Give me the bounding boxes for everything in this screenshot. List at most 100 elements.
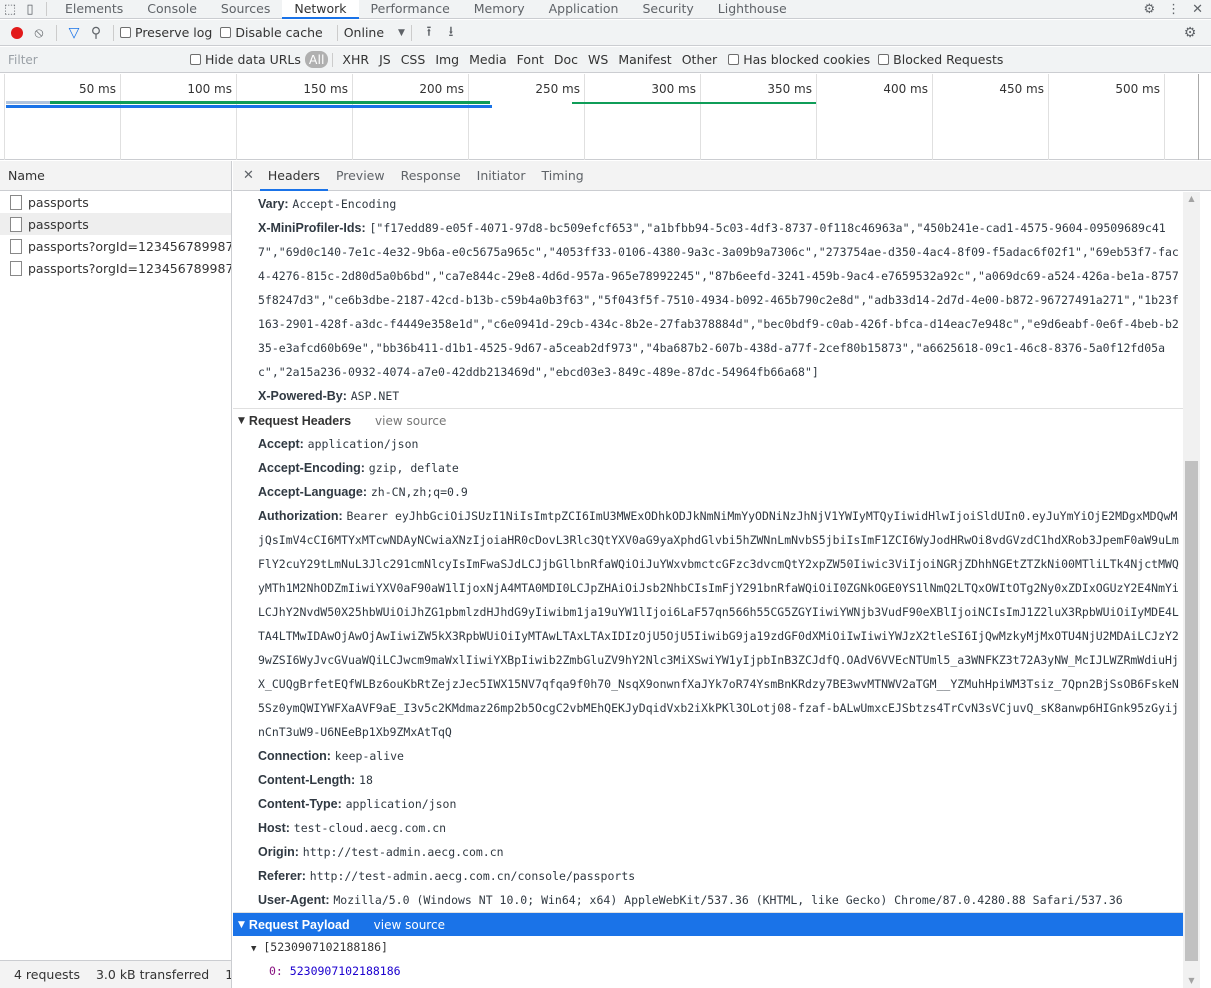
header-value: application/json — [345, 797, 457, 811]
tab-initiator[interactable]: Initiator — [469, 161, 534, 191]
toolbar-separator — [113, 24, 114, 41]
tab-preview[interactable]: Preview — [328, 161, 393, 191]
filter-type-xhr[interactable]: XHR — [337, 51, 374, 68]
preserve-log-checkbox[interactable]: Preserve log — [120, 25, 212, 40]
header-value: zh-CN,zh;q=0.9 — [370, 485, 468, 499]
tab-network[interactable]: Network — [282, 0, 359, 19]
has-blocked-cookies-checkbox[interactable]: Has blocked cookies — [728, 52, 870, 67]
tick-line — [352, 74, 353, 160]
close-detail-icon[interactable]: ✕ — [241, 168, 260, 183]
name-column-header[interactable]: Name — [0, 161, 231, 191]
clear-button[interactable]: ⦸ — [28, 22, 50, 44]
tab-headers[interactable]: Headers — [259, 161, 328, 191]
filter-type-ws[interactable]: WS — [583, 51, 613, 68]
tab-elements[interactable]: Elements — [53, 0, 135, 19]
device-toolbar-icon[interactable]: ▯ — [20, 0, 40, 19]
request-row[interactable]: passports — [0, 191, 231, 213]
scrollbar-thumb[interactable] — [1185, 461, 1198, 961]
tab-security[interactable]: Security — [630, 0, 705, 19]
scroll-up-arrow-icon[interactable]: ▲ — [1183, 192, 1200, 206]
checkbox-box[interactable] — [878, 54, 890, 65]
header-line: Accept: application/json — [233, 432, 1183, 456]
filter-type-font[interactable]: Font — [512, 51, 549, 68]
tab-response[interactable]: Response — [393, 161, 469, 191]
toolbar-separator — [56, 24, 57, 41]
checkbox-box[interactable] — [220, 27, 232, 38]
tick-label: 300 ms — [651, 82, 696, 96]
detail-scrollbar[interactable]: ▲ ▼ — [1183, 192, 1200, 988]
status-more: 18 — [225, 967, 231, 982]
request-bar — [50, 101, 490, 104]
header-value: Mozilla/5.0 (Windows NT 10.0; Win64; x64… — [333, 893, 1123, 907]
tick-label: 150 ms — [303, 82, 348, 96]
header-line: Content-Type: application/json — [233, 792, 1183, 816]
throttling-select[interactable]: Online ▼ — [344, 25, 405, 40]
tick-label: 350 ms — [767, 82, 812, 96]
request-payload-section[interactable]: ▼ Request Payload view source — [233, 912, 1183, 936]
network-status-bar: 4 requests 3.0 kB transferred 18 — [0, 960, 231, 988]
filter-type-all[interactable]: All — [304, 51, 329, 68]
tab-sources[interactable]: Sources — [209, 0, 282, 19]
download-icon: ⭳ — [448, 23, 454, 40]
request-headers-section[interactable]: ▼ Request Headers view source — [233, 408, 1183, 432]
filter-toggle-button[interactable]: ▽ — [63, 22, 85, 44]
document-icon — [10, 194, 22, 210]
settings-gear-icon[interactable]: ⚙ — [1143, 2, 1155, 17]
tab-lighthouse[interactable]: Lighthouse — [706, 0, 799, 19]
blocked-requests-checkbox[interactable]: Blocked Requests — [878, 52, 1003, 67]
record-button[interactable] — [6, 22, 28, 44]
throttling-value: Online — [343, 25, 385, 40]
header-name: Accept-Encoding: — [258, 461, 365, 475]
request-row[interactable]: passports?orgId=123456789987... — [0, 257, 231, 279]
export-har-button[interactable]: ⭳ — [440, 22, 462, 44]
disable-cache-label: Disable cache — [235, 25, 323, 40]
tabbar-separator — [46, 2, 47, 16]
tab-application[interactable]: Application — [537, 0, 631, 19]
request-row[interactable]: passports?orgId=123456789987... — [0, 235, 231, 257]
header-name: Authorization: — [258, 509, 343, 523]
payload-tree-root[interactable]: ▼ [5230907102188186] — [233, 936, 1183, 960]
tab-memory[interactable]: Memory — [462, 0, 537, 19]
view-source-link[interactable]: view source — [374, 918, 445, 932]
inspect-element-icon[interactable]: ⬚ — [0, 0, 20, 19]
tab-timing[interactable]: Timing — [533, 161, 591, 191]
section-title: Request Payload — [248, 917, 350, 932]
tick-line — [932, 74, 933, 160]
settings-gear-icon: ⚙ — [1183, 24, 1197, 41]
import-har-button[interactable]: ⭱ — [418, 22, 440, 44]
search-icon: ⚲ — [90, 24, 102, 41]
checkbox-box[interactable] — [120, 27, 131, 38]
request-name: passports — [28, 216, 89, 232]
scroll-down-arrow-icon[interactable]: ▼ — [1183, 974, 1200, 988]
filter-input[interactable] — [0, 48, 190, 71]
clear-icon: ⦸ — [34, 24, 44, 41]
filter-type-other[interactable]: Other — [677, 51, 723, 68]
filter-type-css[interactable]: CSS — [396, 51, 431, 68]
header-value: ["f17edd89-e05f-4071-97d8-bc509efcf653",… — [258, 221, 1179, 379]
filter-type-img[interactable]: Img — [430, 51, 464, 68]
view-source-link[interactable]: view source — [375, 414, 446, 428]
request-row-selected[interactable]: passports — [0, 213, 231, 235]
filter-type-js[interactable]: JS — [374, 51, 396, 68]
tab-performance[interactable]: Performance — [359, 0, 462, 19]
timeline-overview[interactable]: 50 ms 100 ms 150 ms 200 ms 250 ms 300 ms… — [0, 74, 1211, 160]
request-name: passports — [28, 194, 89, 210]
checkbox-box[interactable] — [728, 54, 740, 65]
tab-console[interactable]: Console — [135, 0, 209, 19]
search-button[interactable]: ⚲ — [85, 22, 107, 44]
detail-tabbar: ✕ Headers Preview Response Initiator Tim… — [233, 161, 1211, 191]
more-options-icon[interactable]: ⋮ — [1167, 2, 1180, 17]
network-settings-button[interactable]: ⚙ — [1179, 22, 1201, 44]
payload-root-value: [5230907102188186] — [263, 940, 388, 954]
checkbox-box[interactable] — [190, 54, 201, 65]
header-line: Accept-Encoding: gzip, deflate — [233, 456, 1183, 480]
hide-data-urls-checkbox[interactable]: Hide data URLs — [190, 52, 301, 67]
tick-line — [1048, 74, 1049, 160]
filter-type-manifest[interactable]: Manifest — [613, 51, 676, 68]
close-devtools-icon[interactable]: ✕ — [1192, 2, 1203, 17]
filter-type-media[interactable]: Media — [464, 51, 512, 68]
filter-type-doc[interactable]: Doc — [549, 51, 583, 68]
disable-cache-checkbox[interactable]: Disable cache — [220, 25, 323, 40]
chevron-down-icon: ▼ — [398, 27, 405, 38]
section-title: Request Headers — [248, 413, 352, 428]
